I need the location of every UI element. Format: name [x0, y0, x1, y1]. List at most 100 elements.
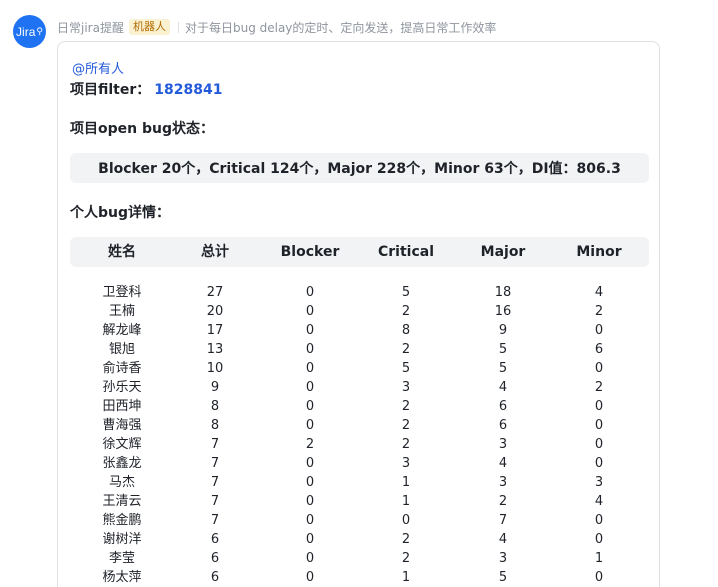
- table-row: 解龙峰 17 0 8 9 0: [58, 321, 661, 340]
- cell-blocker: 0: [305, 380, 315, 395]
- header-total: 总计: [201, 244, 229, 260]
- cell-total: 8: [210, 399, 220, 414]
- cell-minor: 4: [594, 494, 604, 509]
- cell-critical: 1: [401, 570, 411, 585]
- cell-major: 7: [498, 513, 508, 528]
- cell-major: 4: [498, 532, 508, 547]
- cell-major: 5: [498, 361, 508, 376]
- table-row: 谢树洋 6 0 2 4 0: [58, 530, 661, 549]
- cell-blocker: 0: [305, 475, 315, 490]
- open-bug-title: 项目open bug状态：: [70, 121, 214, 137]
- avatar-label: Jira: [16, 24, 36, 39]
- bot-badge: 机器人: [128, 19, 170, 35]
- cell-name: 解龙峰: [102, 323, 142, 338]
- cell-blocker: 0: [305, 342, 315, 357]
- cell-critical: 2: [401, 532, 411, 547]
- cell-total: 8: [210, 418, 220, 433]
- cell-total: 17: [206, 323, 224, 338]
- cell-name: 银旭: [108, 342, 135, 357]
- cell-name: 徐文辉: [102, 437, 142, 452]
- cell-major: 18: [494, 285, 512, 300]
- cell-name: 王清云: [102, 494, 142, 509]
- cell-total: 9: [210, 380, 220, 395]
- table-row: 卫登科 27 0 5 18 4: [58, 283, 661, 302]
- cell-total: 7: [210, 494, 220, 509]
- cell-name: 谢树洋: [102, 532, 142, 547]
- cell-name: 俞诗香: [102, 361, 142, 376]
- table-row: 曹海强 8 0 2 6 0: [58, 416, 661, 435]
- cell-critical: 8: [401, 323, 411, 338]
- cell-name: 卫登科: [102, 285, 142, 300]
- filter-label: 项目filter：: [70, 82, 151, 98]
- table-header: 姓名 总计 Blocker Critical Major Minor: [70, 237, 649, 267]
- header-name: 姓名: [108, 244, 136, 260]
- cell-major: 2: [498, 494, 508, 509]
- cell-major: 9: [498, 323, 508, 338]
- filter-id-link[interactable]: 1828841: [154, 82, 222, 98]
- cell-minor: 0: [594, 418, 604, 433]
- cell-total: 27: [206, 285, 224, 300]
- cell-total: 7: [210, 475, 220, 490]
- cell-major: 16: [494, 304, 512, 319]
- cell-minor: 0: [594, 361, 604, 376]
- cell-total: 13: [206, 342, 224, 357]
- table-row: 马杰 7 0 1 3 3: [58, 473, 661, 492]
- cell-blocker: 0: [305, 456, 315, 471]
- cell-critical: 2: [401, 437, 411, 452]
- cell-major: 3: [498, 475, 508, 490]
- table-row: 王清云 7 0 1 2 4: [58, 492, 661, 511]
- cell-name: 孙乐天: [102, 380, 142, 395]
- bot-description: 对于每日bug delay的定时、定向发送，提高日常工作效率: [184, 20, 497, 35]
- cell-major: 5: [498, 342, 508, 357]
- cell-minor: 0: [594, 323, 604, 338]
- cell-minor: 4: [594, 285, 604, 300]
- cell-minor: 0: [594, 399, 604, 414]
- cell-critical: 5: [401, 285, 411, 300]
- cell-critical: 2: [401, 551, 411, 566]
- cell-name: 杨太萍: [102, 570, 142, 585]
- cell-blocker: 0: [305, 551, 315, 566]
- cell-major: 6: [498, 418, 508, 433]
- search-icon: ⚲: [36, 26, 43, 37]
- cell-critical: 5: [401, 361, 411, 376]
- cell-minor: 0: [594, 456, 604, 471]
- sender-name[interactable]: 日常jira提醒: [57, 19, 124, 36]
- cell-minor: 1: [594, 551, 604, 566]
- cell-name: 曹海强: [102, 418, 142, 433]
- jira-bot-avatar[interactable]: Jira ⚲: [13, 15, 46, 48]
- cell-minor: 6: [594, 342, 604, 357]
- cell-total: 7: [210, 513, 220, 528]
- table-row: 孙乐天 9 0 3 4 2: [58, 378, 661, 397]
- mention-all[interactable]: @所有人: [72, 58, 124, 77]
- table-row: 王楠 20 0 2 16 2: [58, 302, 661, 321]
- cell-total: 6: [210, 532, 220, 547]
- table-row: 俞诗香 10 0 5 5 0: [58, 359, 661, 378]
- cell-blocker: 0: [305, 304, 315, 319]
- cell-name: 张鑫龙: [102, 456, 142, 471]
- cell-blocker: 2: [305, 437, 315, 452]
- cell-name: 马杰: [108, 475, 135, 490]
- filter-line: 项目filter： 1828841: [70, 79, 222, 99]
- cell-blocker: 0: [305, 570, 315, 585]
- message-header: 日常jira提醒 机器人 对于每日bug delay的定时、定向发送，提高日常工…: [57, 18, 496, 36]
- cell-minor: 0: [594, 532, 604, 547]
- bug-summary: Blocker 20个，Critical 124个，Major 228个，Min…: [70, 153, 649, 183]
- cell-name: 熊金鹏: [102, 513, 142, 528]
- cell-blocker: 0: [305, 513, 315, 528]
- cell-critical: 2: [401, 342, 411, 357]
- cell-blocker: 0: [305, 361, 315, 376]
- cell-minor: 3: [594, 475, 604, 490]
- cell-blocker: 0: [305, 532, 315, 547]
- cell-major: 6: [498, 399, 508, 414]
- cell-total: 6: [210, 570, 220, 585]
- table-row: 李莹 6 0 2 3 1: [58, 549, 661, 568]
- cell-total: 10: [206, 361, 224, 376]
- cell-blocker: 0: [305, 494, 315, 509]
- cell-major: 3: [498, 437, 508, 452]
- cell-minor: 0: [594, 513, 604, 528]
- cell-blocker: 0: [305, 418, 315, 433]
- header-divider: [177, 21, 179, 33]
- cell-minor: 2: [594, 304, 604, 319]
- cell-critical: 0: [401, 513, 411, 528]
- message-card: @所有人 项目filter： 1828841 项目open bug状态： Bloc…: [57, 41, 660, 587]
